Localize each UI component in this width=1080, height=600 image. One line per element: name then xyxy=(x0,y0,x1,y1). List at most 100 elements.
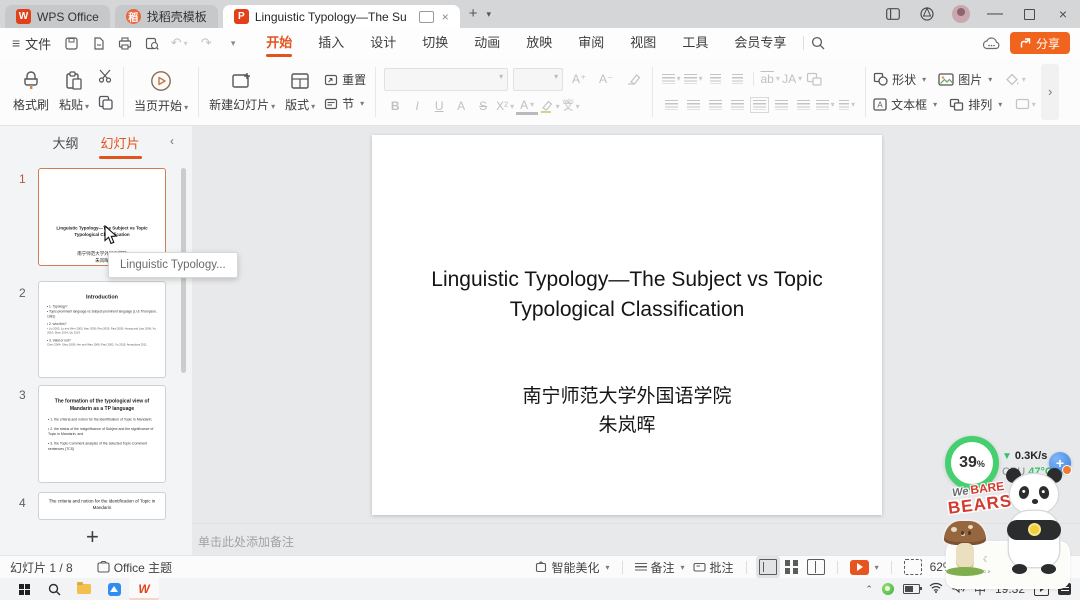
quickbar-dropdown-icon[interactable]: ▾ xyxy=(223,33,243,53)
slide-canvas[interactable]: Linguistic Typology—The Subject vs Topic… xyxy=(372,135,882,515)
strikethrough-icon[interactable]: S xyxy=(472,97,494,116)
decrease-indent-icon[interactable] xyxy=(704,69,726,88)
start-button[interactable] xyxy=(9,578,39,600)
battery-icon[interactable] xyxy=(903,584,920,594)
outline-tab[interactable]: 大纲 xyxy=(52,133,78,152)
vertical-align-icon[interactable]: ▾ xyxy=(836,95,858,114)
slide-title-text[interactable]: Linguistic Typology—The Subject vs Topic… xyxy=(392,265,862,326)
format-painter-button[interactable]: 格式刷 xyxy=(8,69,54,115)
decrease-font-icon[interactable]: A⁻ xyxy=(595,70,617,89)
export-pdf-icon[interactable] xyxy=(88,33,108,53)
tab-tools[interactable]: 工具 xyxy=(669,28,721,58)
slide-thumbnail-3[interactable]: The formation of the typological view of… xyxy=(38,385,166,483)
slide-thumbnail-4[interactable]: The criteria and notion for the identifi… xyxy=(38,492,166,520)
minimize-button[interactable]: — xyxy=(978,0,1012,28)
tray-expand-icon[interactable]: ⌃ xyxy=(865,584,873,595)
copy-icon[interactable] xyxy=(98,95,114,115)
arrange-button[interactable]: 排列▾ xyxy=(949,96,1002,113)
italic-icon[interactable]: I xyxy=(406,97,428,116)
shape-fill-icon[interactable]: ▾ xyxy=(1004,70,1026,89)
present-on-monitor-icon[interactable] xyxy=(419,11,434,23)
restore-button[interactable] xyxy=(1012,0,1046,28)
spacing-increase-icon[interactable] xyxy=(770,95,792,114)
clear-format-icon[interactable] xyxy=(622,70,644,89)
highlight-color-icon[interactable]: ▾ xyxy=(538,97,560,116)
shapes-button[interactable]: 形状▾ xyxy=(873,71,926,88)
tab-view[interactable]: 视图 xyxy=(617,28,669,58)
align-left-icon[interactable] xyxy=(660,95,682,114)
sidebar-toggle-icon[interactable] xyxy=(876,0,910,28)
smart-beautify-button[interactable]: 智能美化▾ xyxy=(535,559,609,576)
close-tab-icon[interactable]: × xyxy=(442,10,449,24)
notes-placeholder[interactable]: 单击此处添加备注 xyxy=(198,533,294,550)
textbox-button[interactable]: A 文本框▾ xyxy=(873,96,937,113)
normal-view-icon[interactable] xyxy=(759,559,777,575)
increase-indent-icon[interactable] xyxy=(726,69,748,88)
share-button[interactable]: 分享 xyxy=(1010,32,1070,54)
text-orientation-icon[interactable]: JA▾ xyxy=(781,69,803,88)
tab-slideshow[interactable]: 放映 xyxy=(513,28,565,58)
tab-home[interactable]: 开始 xyxy=(253,28,305,58)
superscript-icon[interactable]: X²▾ xyxy=(494,97,516,116)
underline-icon[interactable]: U xyxy=(428,97,450,116)
cloud-sync-icon[interactable] xyxy=(982,33,1002,53)
comments-button[interactable]: 批注 xyxy=(693,559,734,576)
tab-member[interactable]: 会员专享 xyxy=(721,28,799,58)
cut-icon[interactable] xyxy=(98,69,114,88)
antivirus-tray-icon[interactable] xyxy=(882,583,894,595)
collapse-panel-icon[interactable]: ‹ xyxy=(170,134,174,148)
play-from-current-button[interactable]: 当页开始▾ xyxy=(129,68,193,116)
print-icon[interactable] xyxy=(115,33,135,53)
pinyin-guide-icon[interactable]: wén文▾ xyxy=(560,97,582,116)
font-color-icon[interactable]: A▾ xyxy=(516,97,538,115)
undo-icon[interactable]: ↶▾ xyxy=(169,33,189,53)
font-family-select[interactable] xyxy=(384,68,508,91)
shape-outline-icon[interactable]: ▾ xyxy=(1014,95,1036,114)
text-direction-icon[interactable]: ab▾ xyxy=(759,69,781,88)
print-preview-icon[interactable] xyxy=(142,33,162,53)
add-slide-button[interactable]: + xyxy=(86,524,99,550)
file-menu-button[interactable]: ≡ 文件 xyxy=(0,34,61,53)
bold-icon[interactable]: B xyxy=(384,97,406,116)
distribute-icon[interactable] xyxy=(748,95,770,114)
user-avatar[interactable] xyxy=(944,0,978,28)
paste-button[interactable]: 粘贴▾ xyxy=(54,69,94,115)
tab-insert[interactable]: 插入 xyxy=(305,28,357,58)
slide-sorter-view-icon[interactable] xyxy=(785,560,799,574)
spacing-decrease-icon[interactable] xyxy=(792,95,814,114)
new-slide-button[interactable]: 新建幻灯片▾ xyxy=(204,69,280,115)
document-tab[interactable]: P Linguistic Typology—The Su × xyxy=(223,5,460,28)
align-center-icon[interactable] xyxy=(682,95,704,114)
close-button[interactable]: × xyxy=(1046,0,1080,28)
wps-home-tab[interactable]: W WPS Office xyxy=(5,5,110,28)
slide-layout-button[interactable]: 版式▾ xyxy=(280,69,320,115)
reading-view-icon[interactable] xyxy=(807,559,825,575)
search-icon[interactable] xyxy=(808,33,828,53)
ribbon-expand-icon[interactable]: › xyxy=(1041,64,1059,120)
meeting-app-icon[interactable] xyxy=(99,578,129,600)
bullet-list-icon[interactable]: ▾ xyxy=(660,69,682,88)
line-spacing-icon[interactable]: ▾ xyxy=(814,95,836,114)
taskbar-search-icon[interactable] xyxy=(39,578,69,600)
align-right-icon[interactable] xyxy=(704,95,726,114)
wifi-icon[interactable] xyxy=(929,582,943,596)
save-icon[interactable] xyxy=(61,33,81,53)
slides-tab[interactable]: 幻灯片 xyxy=(101,133,140,152)
labs-globe-icon[interactable] xyxy=(910,0,944,28)
increase-font-icon[interactable]: A⁺ xyxy=(568,70,590,89)
convert-smartart-icon[interactable] xyxy=(803,69,825,88)
slideshow-play-button[interactable]: ▾ xyxy=(850,560,879,575)
numbered-list-icon[interactable]: ▾ xyxy=(682,69,704,88)
tab-design[interactable]: 设计 xyxy=(357,28,409,58)
docer-template-tab[interactable]: 稻 找稻壳模板 xyxy=(115,5,218,28)
tab-review[interactable]: 审阅 xyxy=(565,28,617,58)
picture-button[interactable]: 图片▾ xyxy=(938,71,992,88)
fit-slide-icon[interactable] xyxy=(904,559,922,575)
slide-thumbnail-2[interactable]: Introduction • 1. Typology? • Topic-prom… xyxy=(38,281,166,378)
tab-animation[interactable]: 动画 xyxy=(461,28,513,58)
text-shadow-icon[interactable]: A xyxy=(450,97,472,116)
tab-transition[interactable]: 切换 xyxy=(409,28,461,58)
justify-icon[interactable] xyxy=(726,95,748,114)
reset-slide-button[interactable]: 重置 xyxy=(324,71,366,88)
file-explorer-icon[interactable] xyxy=(69,578,99,600)
